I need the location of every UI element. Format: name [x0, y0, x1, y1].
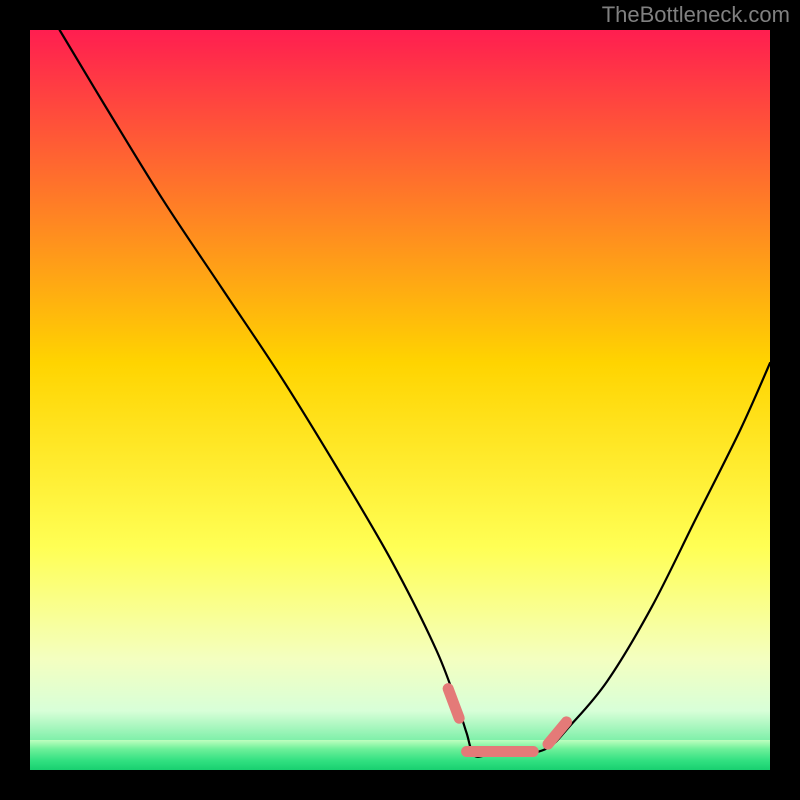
chart-frame: TheBottleneck.com — [0, 0, 800, 800]
green-band — [30, 740, 770, 770]
watermark-text: TheBottleneck.com — [602, 2, 790, 28]
plot-background — [30, 30, 770, 770]
bottleneck-chart — [0, 0, 800, 800]
